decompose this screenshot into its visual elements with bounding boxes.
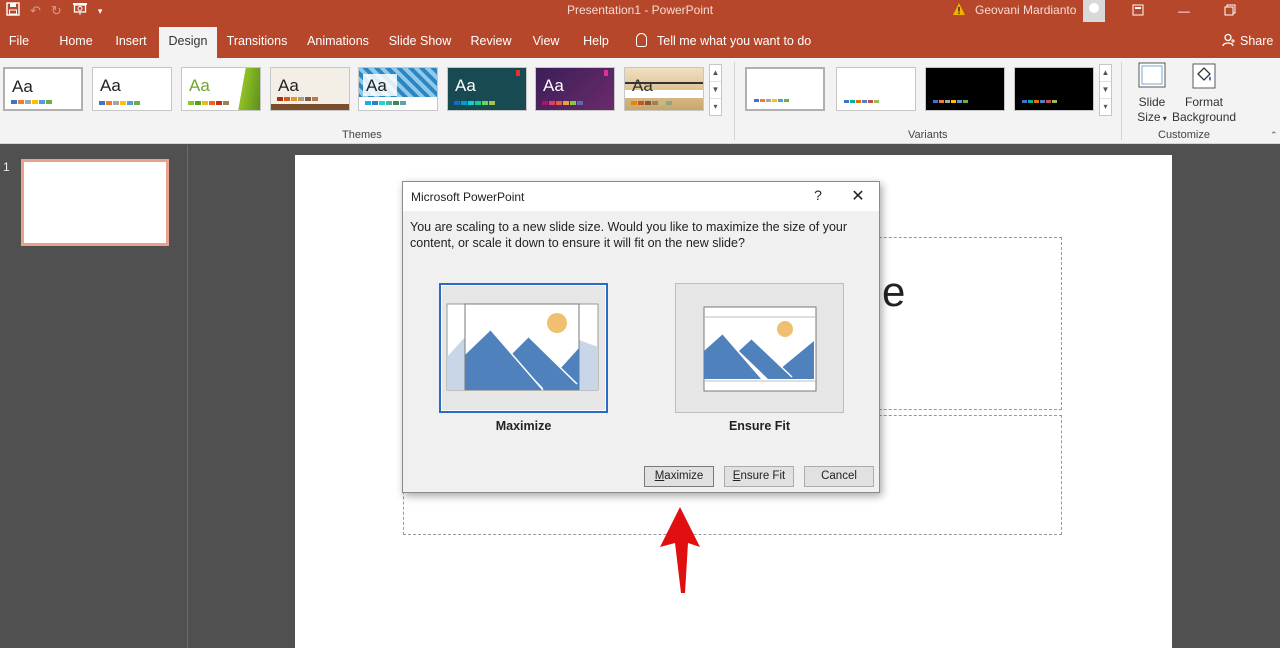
theme-sample: Aa: [12, 77, 33, 96]
tab-insert[interactable]: Insert: [108, 27, 154, 58]
warning-icon[interactable]: [952, 2, 966, 16]
minimize-icon[interactable]: —: [1161, 0, 1207, 22]
themes-gallery-scroll[interactable]: ▲ ▼ ▾: [709, 64, 722, 116]
collapse-ribbon-icon[interactable]: ⌃: [1270, 130, 1278, 141]
maximize-option-label: Maximize: [495, 419, 552, 433]
variants-gallery-scroll[interactable]: ▲ ▼ ▾: [1099, 64, 1112, 116]
variants-group-label: Variants: [908, 129, 948, 141]
ribbon: Aa Aa Aa Aa Aa Aa Aa Aa ▲ ▼ ▾ Themes ▲ ▼…: [0, 58, 1280, 144]
ensure-fit-option[interactable]: [675, 283, 844, 413]
variant-3[interactable]: [925, 67, 1005, 111]
user-name[interactable]: Geovani Mardianto: [975, 3, 1076, 17]
format-background-label-1: Format: [1184, 95, 1223, 109]
tab-file[interactable]: File: [0, 27, 38, 58]
tab-animations[interactable]: Animations: [300, 27, 376, 58]
share-label: Share: [1240, 34, 1274, 48]
theme-sample: Aa: [366, 76, 387, 95]
theme-organic[interactable]: Aa: [535, 67, 615, 111]
more-icon[interactable]: ▾: [1100, 99, 1111, 116]
group-divider: [734, 62, 735, 140]
person-icon: [1222, 33, 1235, 47]
theme-ion-boardroom[interactable]: Aa: [447, 67, 527, 111]
title-placeholder-text: e: [882, 268, 906, 315]
theme-sample: Aa: [189, 76, 210, 95]
maximize-button-label: aximize: [664, 470, 704, 482]
lightbulb-icon: [636, 33, 647, 47]
tab-design[interactable]: Design: [159, 27, 217, 58]
tab-home[interactable]: Home: [52, 27, 100, 58]
theme-ion[interactable]: Aa: [358, 67, 438, 111]
theme-integral[interactable]: Aa: [270, 67, 350, 111]
theme-sample: Aa: [632, 76, 653, 95]
avatar[interactable]: [1083, 0, 1105, 22]
tell-me-label: Tell me what you want to do: [657, 34, 812, 48]
theme-sample: Aa: [100, 76, 121, 95]
ribbon-tabs: File Home Insert Design Transitions Anim…: [0, 22, 1280, 58]
theme-office[interactable]: Aa: [3, 67, 83, 111]
maximize-option[interactable]: [439, 283, 608, 413]
slide-number: 1: [3, 160, 10, 174]
slide-size-label-2: Size: [1137, 110, 1161, 124]
theme-sample: Aa: [543, 76, 564, 95]
variant-1[interactable]: [745, 67, 825, 111]
variant-4[interactable]: [1014, 67, 1094, 111]
ensure-fit-option-label: Ensure Fit: [728, 419, 791, 433]
tell-me-search[interactable]: Tell me what you want to do: [636, 27, 811, 55]
ensure-fit-button-label: nsure Fit: [740, 470, 786, 482]
variant-2[interactable]: [836, 67, 916, 111]
tab-help[interactable]: Help: [576, 27, 616, 58]
dialog-title: Microsoft PowerPoint: [411, 190, 525, 204]
ensure-fit-illustration-icon: [703, 306, 817, 392]
more-icon[interactable]: ▾: [710, 99, 721, 116]
theme-retrospect[interactable]: Aa: [624, 67, 704, 111]
scroll-down-icon[interactable]: ▼: [1100, 82, 1111, 99]
share-button[interactable]: Share: [1222, 27, 1273, 55]
title-bar: ↶ ↻ ▾ Presentation1 - PowerPoint Geovani…: [0, 0, 1280, 22]
maximize-accelerator: M: [654, 470, 665, 482]
tab-slide-show[interactable]: Slide Show: [386, 27, 454, 58]
ensure-fit-button[interactable]: Ensure Fit: [724, 466, 794, 487]
theme-sample: Aa: [455, 76, 476, 95]
slide-size-button[interactable]: Slide Size ▾: [1130, 62, 1174, 126]
slide-size-label-1: Slide: [1138, 95, 1166, 109]
themes-group-label: Themes: [342, 129, 382, 141]
dialog-title-bar: Microsoft PowerPoint ? ✕: [403, 182, 879, 211]
slide-thumbnails-pane: 1: [0, 145, 188, 648]
restore-icon[interactable]: [1207, 0, 1253, 22]
ribbon-display-icon[interactable]: [1115, 0, 1161, 22]
scale-dialog: Microsoft PowerPoint ? ✕ You are scaling…: [402, 181, 880, 493]
scroll-down-icon[interactable]: ▼: [710, 82, 721, 99]
tab-view[interactable]: View: [526, 27, 566, 58]
maximize-illustration-icon: [446, 303, 599, 391]
cancel-button[interactable]: Cancel: [804, 466, 874, 487]
scroll-up-icon[interactable]: ▲: [710, 65, 721, 82]
dialog-message: You are scaling to a new slide size. Wou…: [410, 220, 848, 250]
group-divider: [1121, 62, 1122, 140]
theme-office-2[interactable]: Aa: [92, 67, 172, 111]
format-background-button[interactable]: Format Background: [1172, 62, 1236, 125]
theme-sample: Aa: [278, 76, 299, 95]
help-icon[interactable]: ?: [810, 187, 826, 203]
chevron-down-icon: ▾: [1160, 114, 1167, 123]
annotation-arrow-icon: [660, 507, 700, 593]
theme-facet[interactable]: Aa: [181, 67, 261, 111]
format-background-icon: [1190, 62, 1218, 92]
maximize-button[interactable]: Maximize: [644, 466, 714, 487]
customize-group-label: Customize: [1158, 129, 1210, 141]
close-icon[interactable]: ✕: [849, 186, 867, 206]
format-background-label-2: Background: [1172, 110, 1237, 124]
scroll-up-icon[interactable]: ▲: [1100, 65, 1111, 82]
slide-thumbnail[interactable]: [21, 159, 169, 246]
tab-review[interactable]: Review: [465, 27, 517, 58]
tab-transitions[interactable]: Transitions: [222, 27, 292, 58]
slide-size-icon: [1138, 62, 1166, 92]
